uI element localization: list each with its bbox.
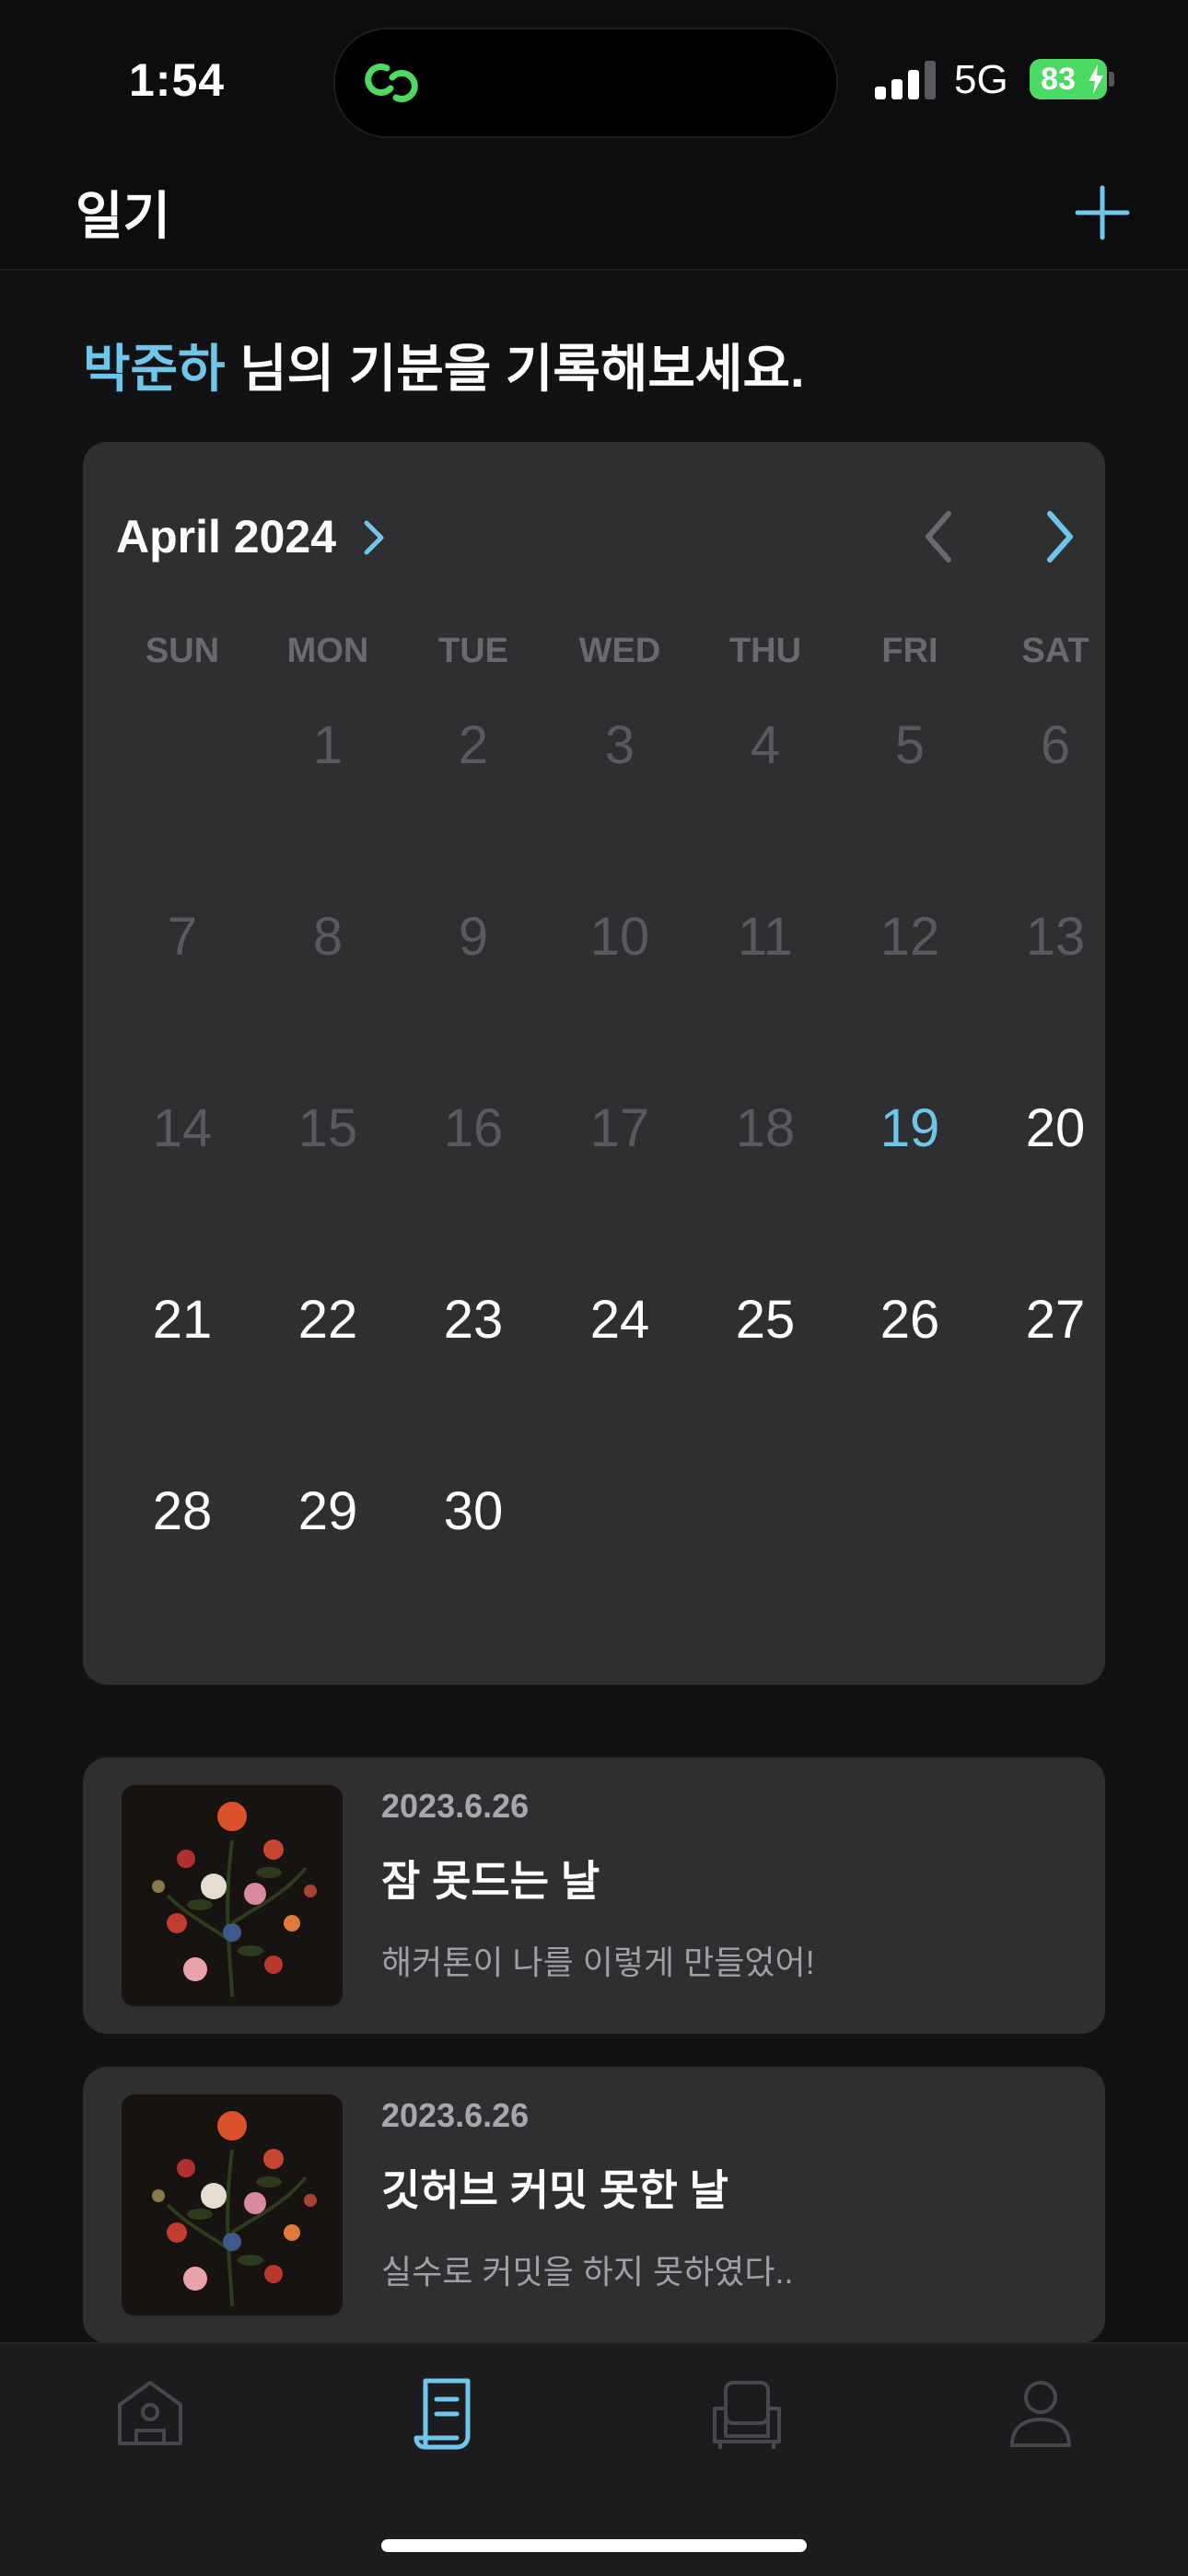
calendar-day[interactable]: 17 — [565, 1092, 675, 1166]
calendar-day[interactable]: 18 — [710, 1092, 821, 1166]
home-icon[interactable] — [109, 2372, 192, 2454]
calendar-day[interactable]: 3 — [565, 709, 675, 783]
entry-title: 잠 못드는 날 — [381, 1857, 600, 1905]
calendar-day[interactable]: 4 — [710, 709, 821, 783]
calendar-day[interactable]: 14 — [127, 1092, 238, 1166]
calendar-day[interactable]: 24 — [565, 1283, 675, 1357]
calendar-day[interactable]: 6 — [1000, 709, 1111, 783]
weekday-label: WED — [578, 632, 661, 670]
calendar-day[interactable]: 30 — [418, 1475, 529, 1549]
status-bar: 1:54 5G 83 — [0, 0, 1188, 157]
chevron-right-icon[interactable] — [357, 516, 390, 560]
battery-icon: 83 — [1030, 59, 1107, 99]
entry-preview: 실수로 커밋을 하지 못하였다.. — [381, 2253, 794, 2291]
calendar-day-today[interactable]: 19 — [855, 1092, 965, 1166]
diary-entry-card[interactable]: 2023.6.26 잠 못드는 날 해커톤이 나를 이렇게 만들었어! — [83, 1758, 1105, 2034]
calendar-card: April 2024 SUN MON TUE WED THU FRI SAT 1… — [83, 442, 1105, 1685]
month-label[interactable]: April 2024 — [116, 510, 336, 563]
calendar-day[interactable]: 13 — [1000, 900, 1111, 974]
page-title: 일기 — [76, 187, 171, 245]
weekday-label: THU — [728, 632, 802, 670]
calendar-day[interactable]: 22 — [273, 1283, 383, 1357]
calendar-day[interactable]: 5 — [855, 709, 965, 783]
entry-thumbnail — [122, 1785, 343, 2006]
entry-date: 2023.6.26 — [381, 2096, 530, 2134]
user-name: 박준하 — [83, 340, 226, 398]
weekday-label: MON — [286, 632, 369, 670]
calendar-day[interactable]: 16 — [418, 1092, 529, 1166]
entry-title: 깃허브 커밋 못한 날 — [381, 2166, 728, 2214]
weekday-label: FRI — [881, 632, 938, 670]
battery-level: 83 — [1041, 62, 1076, 97]
calendar-day[interactable]: 2 — [418, 709, 529, 783]
greeting-text: 박준하 님의 기분을 기록해보세요. — [83, 328, 805, 402]
calendar-day[interactable]: 9 — [418, 900, 529, 974]
prev-month-button[interactable] — [912, 505, 967, 569]
calendar-day[interactable]: 15 — [273, 1092, 383, 1166]
battery-cap — [1109, 72, 1114, 87]
calendar-day[interactable]: 21 — [127, 1283, 238, 1357]
weekday-header: SUN MON TUE WED THU FRI SAT — [83, 632, 1105, 678]
weekday-label: TUE — [438, 632, 508, 670]
calendar-day[interactable]: 26 — [855, 1283, 965, 1357]
profile-icon[interactable] — [999, 2372, 1082, 2454]
diary-entry-card[interactable]: 2023.6.26 깃허브 커밋 못한 날 실수로 커밋을 하지 못하였다.. — [83, 2067, 1105, 2343]
link-activity-icon — [365, 64, 418, 102]
add-entry-button[interactable] — [1068, 179, 1136, 247]
diary-icon[interactable] — [405, 2372, 488, 2454]
home-indicator — [381, 2539, 807, 2552]
status-time: 1:54 — [129, 54, 226, 106]
signal-icon — [875, 61, 939, 99]
calendar-day[interactable]: 20 — [1000, 1092, 1111, 1166]
entry-thumbnail — [122, 2094, 343, 2315]
calendar-day[interactable]: 28 — [127, 1475, 238, 1549]
calendar-day[interactable]: 7 — [127, 900, 238, 974]
calendar-day[interactable]: 12 — [855, 900, 965, 974]
chair-icon[interactable] — [705, 2372, 788, 2454]
app-header: 일기 — [0, 157, 1188, 271]
entry-date: 2023.6.26 — [381, 1787, 530, 1825]
calendar-day[interactable]: 25 — [710, 1283, 821, 1357]
calendar-day[interactable]: 23 — [418, 1283, 529, 1357]
calendar-day[interactable]: 29 — [273, 1475, 383, 1549]
calendar-day[interactable]: 1 — [273, 709, 383, 783]
calendar-day[interactable]: 27 — [1000, 1283, 1111, 1357]
next-month-button[interactable] — [1031, 505, 1087, 569]
charging-bolt-icon — [1089, 64, 1103, 94]
entry-preview: 해커톤이 나를 이렇게 만들었어! — [381, 1944, 815, 1981]
greeting-message: 님의 기분을 기록해보세요. — [225, 340, 805, 398]
weekday-label: SAT — [1021, 632, 1089, 670]
calendar-day[interactable]: 10 — [565, 900, 675, 974]
calendar-day[interactable]: 8 — [273, 900, 383, 974]
network-type: 5G — [954, 57, 1008, 102]
dynamic-island — [333, 28, 838, 138]
calendar-day[interactable]: 11 — [710, 900, 821, 974]
weekday-label: SUN — [145, 632, 220, 670]
